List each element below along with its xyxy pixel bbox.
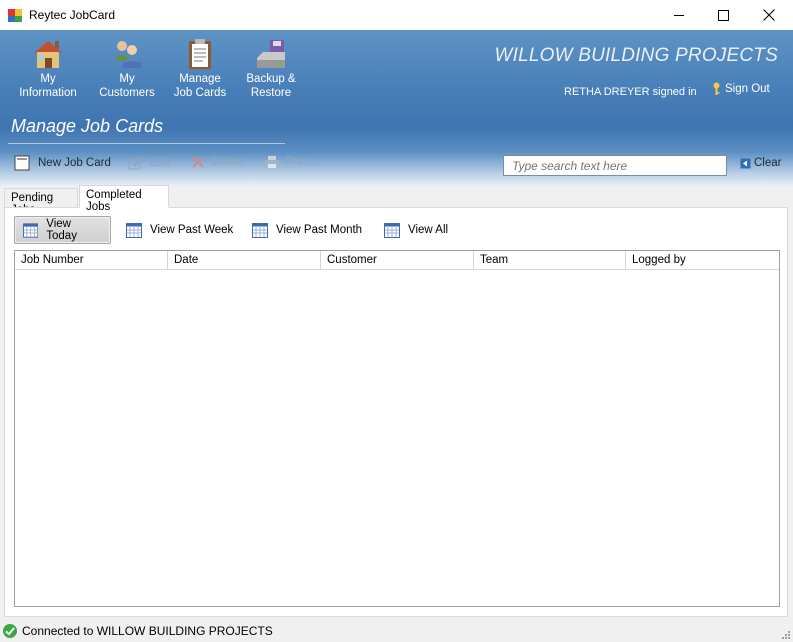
- view-past-month-button[interactable]: View Past Month: [244, 216, 370, 244]
- title-bar: Reytec JobCard: [0, 0, 793, 30]
- column-header-logged-by[interactable]: Logged by: [626, 251, 779, 270]
- close-icon: [763, 9, 775, 21]
- maximize-button[interactable]: [700, 0, 746, 30]
- jobs-grid[interactable]: Job Number Date Customer Team Logged by: [14, 250, 780, 607]
- view-today-button[interactable]: View Today: [14, 216, 111, 244]
- nav-label-line1: Backup &: [246, 73, 296, 85]
- close-button[interactable]: [746, 0, 792, 30]
- status-bar: Connected to WILLOW BUILDING PROJECTS: [0, 620, 793, 642]
- column-header-customer[interactable]: Customer: [321, 251, 474, 270]
- nav-label-line1: Manage: [179, 73, 221, 85]
- signed-in-user: RETHA DREYER signed in: [564, 86, 697, 98]
- nav-label-line2: Customers: [99, 87, 155, 99]
- nav-label-line1: My: [119, 73, 135, 85]
- minimize-icon: [673, 14, 684, 16]
- view-past-week-label: View Past Week: [150, 224, 234, 236]
- completed-jobs-panel: View Today View Past Week View Past Mont…: [4, 207, 788, 617]
- title-divider: [8, 143, 285, 144]
- column-header-date[interactable]: Date: [168, 251, 321, 270]
- nav-label-line2: Restore: [250, 87, 292, 99]
- edit-button[interactable]: Edit: [128, 155, 170, 171]
- maximize-icon: [717, 9, 729, 21]
- new-job-card-label: New Job Card: [38, 157, 111, 169]
- view-all-button[interactable]: View All: [376, 216, 456, 244]
- clear-button[interactable]: Clear: [740, 157, 781, 169]
- nav-label-line2: Job Cards: [173, 87, 227, 99]
- clear-icon: [740, 158, 751, 168]
- clipboard-icon: [189, 39, 211, 69]
- nav-backup-restore[interactable]: Backup & Restore: [241, 38, 301, 100]
- page-title: Manage Job Cards: [11, 116, 164, 136]
- sign-out-label: Sign Out: [725, 83, 770, 95]
- grid-header: Job Number Date Customer Team Logged by: [15, 251, 779, 270]
- delete-label: Delete: [211, 156, 245, 168]
- backup-drive-icon: [257, 40, 285, 68]
- header-band: My Information My Customers Manage Job C…: [0, 30, 793, 186]
- tab-completed-jobs[interactable]: Completed Jobs: [79, 185, 169, 213]
- column-header-job-number[interactable]: Job Number: [15, 251, 168, 270]
- connected-check-icon: [3, 624, 17, 638]
- view-all-label: View All: [408, 224, 449, 236]
- new-card-icon: [14, 155, 30, 171]
- printer-icon: [265, 156, 279, 168]
- nav-manage-job-cards[interactable]: Manage Job Cards: [170, 38, 230, 100]
- calendar-icon: [23, 222, 39, 238]
- view-past-week-button[interactable]: View Past Week: [118, 216, 241, 244]
- status-text: Connected to WILLOW BUILDING PROJECTS: [22, 624, 273, 638]
- nav-my-information[interactable]: My Information: [14, 38, 82, 100]
- nav-my-customers[interactable]: My Customers: [96, 38, 158, 100]
- column-header-team[interactable]: Team: [474, 251, 626, 270]
- view-past-month-label: View Past Month: [276, 224, 363, 236]
- resize-grip-icon[interactable]: [780, 629, 790, 639]
- company-name: WILLOW BUILDING PROJECTS: [494, 45, 778, 66]
- delete-button[interactable]: Delete: [191, 155, 244, 169]
- nav-label-line2: Information: [19, 87, 77, 99]
- app-icon: [8, 8, 22, 22]
- calendar-icon: [252, 222, 268, 238]
- edit-label: Edit: [150, 157, 170, 169]
- customers-icon: [114, 41, 141, 68]
- window-title: Reytec JobCard: [29, 8, 116, 22]
- house-icon: [34, 41, 62, 68]
- print-label: Print...: [286, 156, 320, 168]
- view-today-label: View Today: [46, 218, 77, 242]
- calendar-icon: [126, 222, 142, 238]
- key-icon: [713, 82, 720, 95]
- calendar-icon: [384, 222, 400, 238]
- clear-label: Clear: [754, 157, 782, 169]
- nav-label-line1: My: [40, 73, 56, 85]
- search-input[interactable]: [503, 155, 727, 176]
- tab-pending-jobs[interactable]: Pending Jobs: [4, 188, 78, 216]
- minimize-button[interactable]: [656, 0, 702, 30]
- print-button[interactable]: Print...: [264, 155, 319, 169]
- sign-out-link[interactable]: Sign Out: [712, 82, 770, 96]
- new-job-card-button[interactable]: New Job Card: [14, 155, 111, 171]
- delete-icon: [192, 156, 204, 168]
- edit-icon: [128, 156, 144, 170]
